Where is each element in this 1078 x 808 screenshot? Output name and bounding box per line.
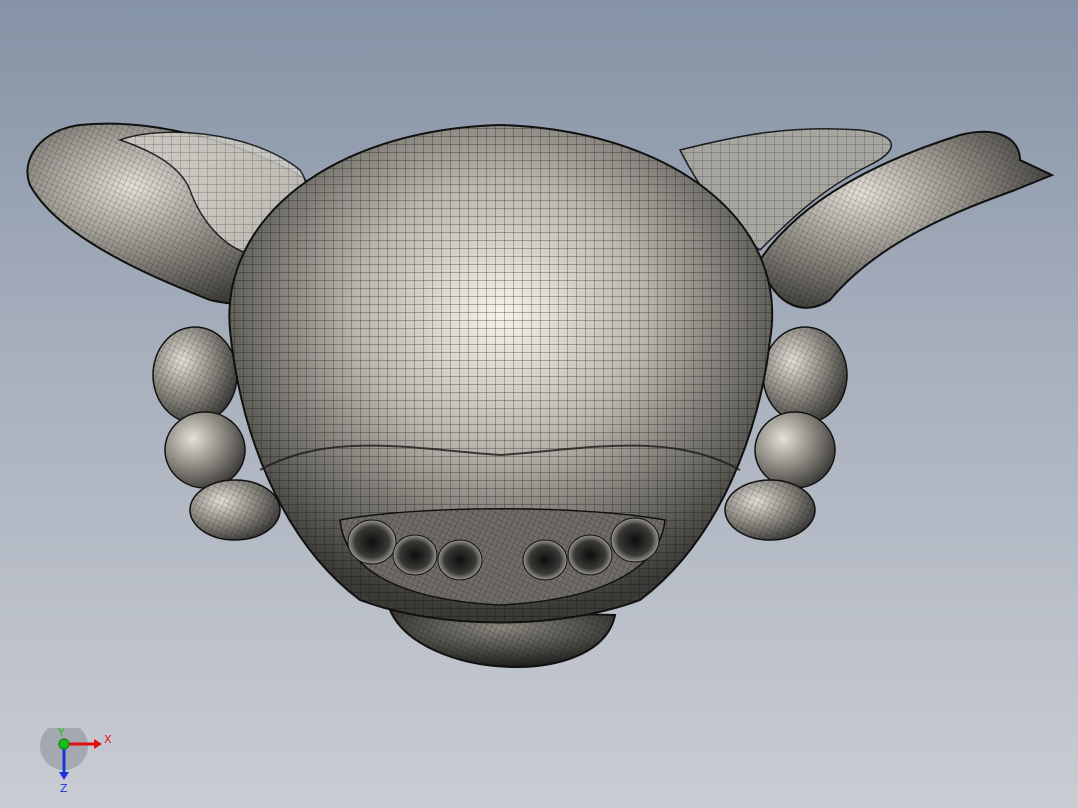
mesh-model[interactable] bbox=[0, 0, 1078, 808]
graphics-viewport[interactable]: X Y Z bbox=[0, 0, 1078, 808]
z-axis-label: Z bbox=[60, 782, 68, 795]
y-axis-dot bbox=[58, 738, 70, 750]
x-axis-label: X bbox=[104, 733, 112, 746]
y-axis-label: Y bbox=[57, 728, 65, 739]
orientation-triad: X Y Z bbox=[40, 728, 112, 795]
